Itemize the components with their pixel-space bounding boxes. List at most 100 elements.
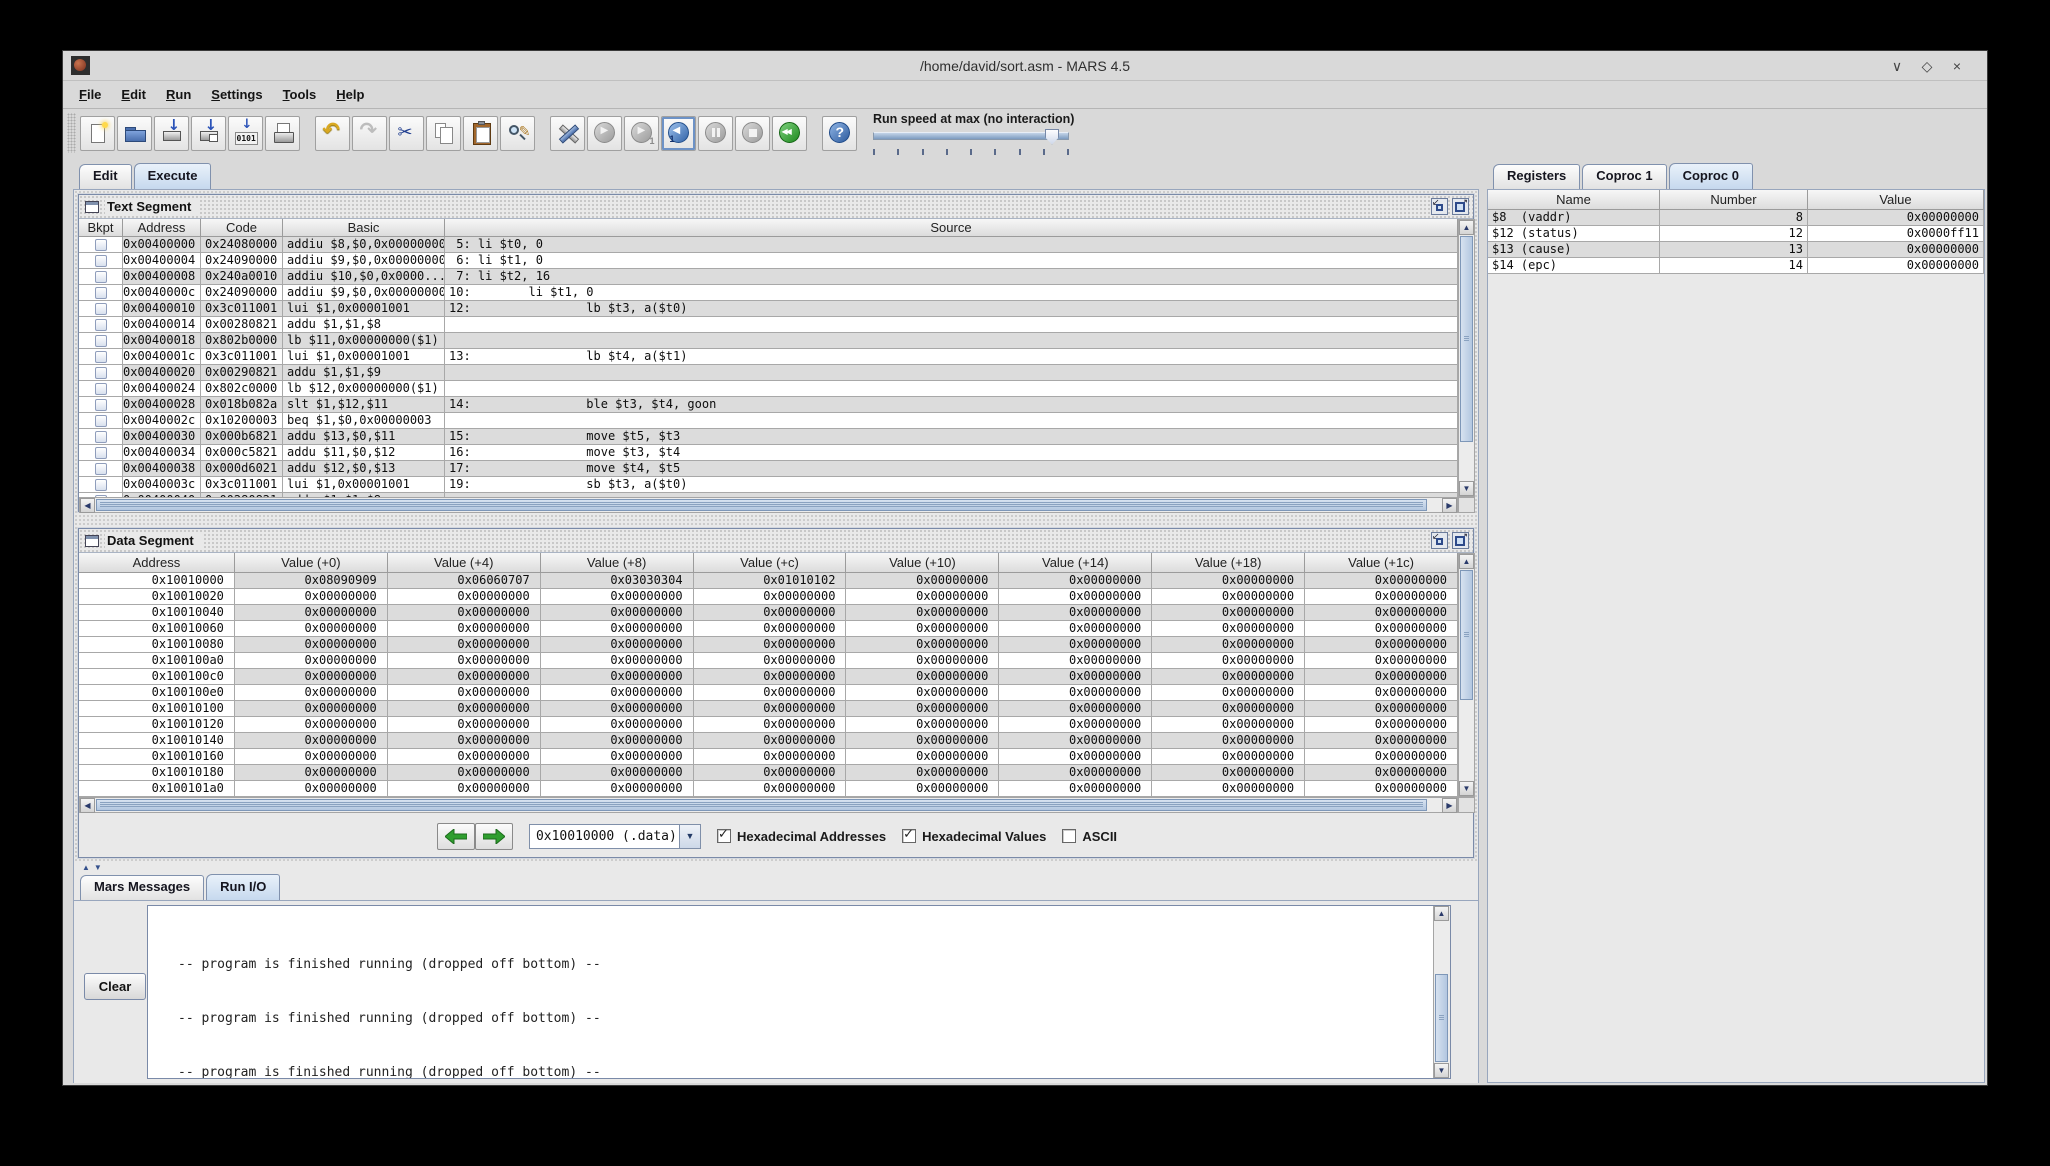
code-cell[interactable]: 0x240a0010 [201, 269, 283, 285]
column-header-basic[interactable]: Basic [283, 219, 445, 237]
value-cell[interactable]: 0x00000000 [999, 733, 1152, 749]
value-cell[interactable]: 0x00000000 [846, 685, 999, 701]
value-cell[interactable]: 0x00000000 [846, 653, 999, 669]
register-value-cell[interactable]: 0x00000000 [1808, 242, 1984, 258]
value-cell[interactable]: 0x00000000 [1305, 701, 1458, 717]
code-cell[interactable]: 0x802c0000 [201, 381, 283, 397]
address-combobox[interactable]: 0x10010000 (.data) ▼ [529, 824, 701, 849]
basic-cell[interactable]: addu $11,$0,$12 [283, 445, 445, 461]
value-cell[interactable]: 0x00000000 [1152, 637, 1305, 653]
value-cell[interactable]: 0x00000000 [388, 701, 541, 717]
value-cell[interactable]: 0x00000000 [1152, 685, 1305, 701]
value-cell[interactable]: 0x00000000 [541, 637, 694, 653]
value-cell[interactable]: 0x00000000 [694, 717, 847, 733]
vertical-scroll-thumb[interactable] [1460, 236, 1473, 442]
console-output[interactable]: -- program is finished running (dropped … [147, 905, 1451, 1079]
tab-run-io[interactable]: Run I/O [206, 874, 280, 900]
new-file-button[interactable] [80, 116, 115, 151]
value-cell[interactable]: 0x01010102 [694, 573, 847, 589]
value-cell[interactable]: 0x00000000 [1152, 621, 1305, 637]
value-cell[interactable]: 0x00000000 [1152, 781, 1305, 797]
value-cell[interactable]: 0x00000000 [694, 621, 847, 637]
scroll-down-button[interactable]: ▼ [1459, 481, 1474, 496]
restore-icon[interactable]: ↙ [1431, 532, 1448, 549]
basic-cell[interactable]: addu $12,$0,$13 [283, 461, 445, 477]
column-header-value-6[interactable]: Value (+14) [999, 553, 1152, 573]
value-cell[interactable]: 0x00000000 [694, 765, 847, 781]
value-cell[interactable]: 0x00000000 [388, 669, 541, 685]
value-cell[interactable]: 0x00000000 [1152, 717, 1305, 733]
tab-mars-messages[interactable]: Mars Messages [80, 875, 204, 900]
value-cell[interactable]: 0x00000000 [999, 637, 1152, 653]
next-address-button[interactable] [475, 823, 513, 850]
value-cell[interactable]: 0x00000000 [235, 621, 388, 637]
open-file-button[interactable] [117, 116, 152, 151]
maximize-icon[interactable]: ↗ [1452, 532, 1469, 549]
menu-run[interactable]: Run [156, 81, 201, 108]
value-cell[interactable]: 0x00000000 [1305, 573, 1458, 589]
save-file-button[interactable] [154, 116, 189, 151]
value-cell[interactable]: 0x00000000 [999, 573, 1152, 589]
value-cell[interactable]: 0x00000000 [1305, 653, 1458, 669]
breakpoint-checkbox[interactable] [95, 447, 107, 459]
clear-button[interactable]: Clear [84, 973, 146, 1000]
value-cell[interactable]: 0x00000000 [694, 701, 847, 717]
column-header-value-4[interactable]: Value (+c) [694, 553, 847, 573]
breakpoint-checkbox[interactable] [95, 271, 107, 283]
basic-cell[interactable]: lb $12,0x00000000($1) [283, 381, 445, 397]
value-cell[interactable]: 0x08090909 [235, 573, 388, 589]
basic-cell[interactable]: addu $1,$1,$8 [283, 317, 445, 333]
code-cell[interactable]: 0x000c5821 [201, 445, 283, 461]
value-cell[interactable]: 0x00000000 [1305, 781, 1458, 797]
value-cell[interactable]: 0x00000000 [1152, 653, 1305, 669]
column-header-value-3[interactable]: Value (+8) [541, 553, 694, 573]
value-cell[interactable]: 0x00000000 [1305, 717, 1458, 733]
value-cell[interactable]: 0x00000000 [1305, 605, 1458, 621]
column-header-value-5[interactable]: Value (+10) [846, 553, 999, 573]
register-value-cell[interactable]: 0x0000ff11 [1808, 226, 1984, 242]
toolbar-drag-handle[interactable] [67, 113, 76, 153]
checkbox-hexadecimal-values[interactable]: Hexadecimal Values [902, 829, 1046, 844]
data-segment-horizontal-scrollbar[interactable]: ◀ ▶ [79, 797, 1458, 813]
value-cell[interactable]: 0x00000000 [235, 605, 388, 621]
value-cell[interactable]: 0x00000000 [999, 749, 1152, 765]
value-cell[interactable]: 0x00000000 [235, 637, 388, 653]
reset-button[interactable] [772, 116, 807, 151]
code-cell[interactable]: 0x00280821 [201, 317, 283, 333]
vertical-scroll-thumb[interactable] [1460, 570, 1473, 700]
value-cell[interactable]: 0x00000000 [694, 637, 847, 653]
tab-coproc0[interactable]: Coproc 0 [1669, 163, 1753, 189]
value-cell[interactable]: 0x00000000 [1152, 605, 1305, 621]
basic-cell[interactable]: slt $1,$12,$11 [283, 397, 445, 413]
value-cell[interactable]: 0x00000000 [999, 685, 1152, 701]
code-cell[interactable]: 0x018b082a [201, 397, 283, 413]
basic-cell[interactable]: lb $11,0x00000000($1) [283, 333, 445, 349]
column-header-code[interactable]: Code [201, 219, 283, 237]
column-header-name[interactable]: Name [1488, 190, 1660, 210]
value-cell[interactable]: 0x00000000 [846, 749, 999, 765]
value-cell[interactable]: 0x00000000 [846, 669, 999, 685]
basic-cell[interactable]: addiu $9,$0,0x00000000 [283, 285, 445, 301]
basic-cell[interactable]: addu $13,$0,$11 [283, 429, 445, 445]
column-header-address[interactable]: Address [123, 219, 201, 237]
undo-button[interactable] [315, 116, 350, 151]
assemble-button[interactable] [550, 116, 585, 151]
prev-address-button[interactable] [437, 823, 475, 850]
basic-cell[interactable]: addiu $9,$0,0x00000000 [283, 253, 445, 269]
value-cell[interactable]: 0x00000000 [1305, 669, 1458, 685]
value-cell[interactable]: 0x00000000 [235, 589, 388, 605]
value-cell[interactable]: 0x00000000 [999, 701, 1152, 717]
window-maximize-button[interactable]: ◇ [1917, 57, 1937, 75]
column-header-number[interactable]: Number [1660, 190, 1808, 210]
value-cell[interactable]: 0x00000000 [235, 733, 388, 749]
tab-edit[interactable]: Edit [79, 164, 132, 189]
value-cell[interactable]: 0x06060707 [388, 573, 541, 589]
value-cell[interactable]: 0x00000000 [846, 637, 999, 653]
breakpoint-checkbox[interactable] [95, 479, 107, 491]
breakpoint-checkbox[interactable] [95, 255, 107, 267]
value-cell[interactable]: 0x00000000 [694, 733, 847, 749]
cut-button[interactable] [389, 116, 424, 151]
code-cell[interactable]: 0x3c011001 [201, 477, 283, 493]
value-cell[interactable]: 0x00000000 [388, 717, 541, 733]
breakpoint-checkbox[interactable] [95, 287, 107, 299]
